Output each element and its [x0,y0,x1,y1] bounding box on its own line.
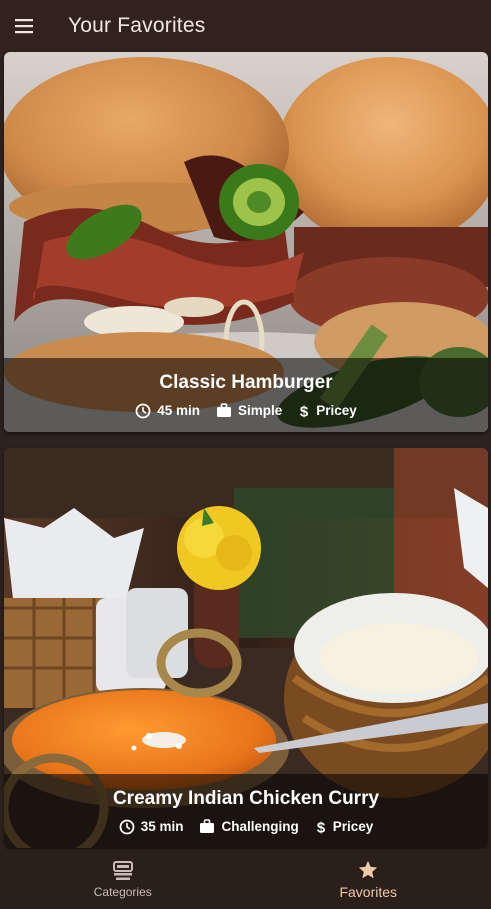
meal-complexity: Simple [216,403,282,418]
tab-categories-label: Categories [93,884,152,899]
affordability-label: Pricey [316,403,357,418]
duration-label: 35 min [140,819,184,834]
meal-card-overlay: Creamy Indian Chicken Curry 35 min Chall… [4,774,488,848]
meal-title: Classic Hamburger [159,371,333,393]
meal-card-overlay: Classic Hamburger 45 min Simple $ Pricey [4,358,488,432]
star-icon [359,860,378,878]
complexity-label: Simple [237,403,283,418]
dollar-icon: $ [300,403,309,419]
dollar-icon: $ [317,819,326,835]
page-title: Your Favorites [68,14,206,37]
briefcase-icon [200,819,215,833]
meal-affordability: $ Pricey [298,403,357,419]
meal-duration: 35 min [119,819,184,835]
clock-icon [135,403,151,418]
menu-icon [15,19,33,34]
favorites-list[interactable]: Classic Hamburger 45 min Simple $ Pricey… [0,52,491,849]
categories-icon [112,860,133,880]
meal-complexity: Challenging [199,819,299,834]
duration-label: 45 min [157,403,200,418]
complexity-label: Challenging [221,819,299,834]
meal-meta: 45 min Simple $ Pricey [135,403,357,419]
clock-icon [119,819,135,834]
meal-duration: 45 min [135,403,200,419]
tab-favorites[interactable]: Favorites [246,849,491,909]
bottom-navigation: Categories Favorites [0,849,491,909]
meal-title: Creamy Indian Chicken Curry [112,787,380,809]
app-bar: Your Favorites [0,0,491,52]
tab-favorites-label: Favorites [339,883,398,900]
menu-button[interactable] [0,0,48,52]
svg-text:$: $ [300,403,309,419]
meal-card[interactable]: Classic Hamburger 45 min Simple $ Pricey [4,52,488,432]
affordability-label: Pricey [332,819,374,834]
svg-text:$: $ [317,819,326,835]
meal-meta: 35 min Challenging $ Pricey [119,819,374,835]
meal-card[interactable]: Creamy Indian Chicken Curry 35 min Chall… [4,448,488,848]
tab-categories[interactable]: Categories [0,849,246,909]
meal-affordability: $ Pricey [315,819,374,835]
briefcase-icon [216,403,231,417]
